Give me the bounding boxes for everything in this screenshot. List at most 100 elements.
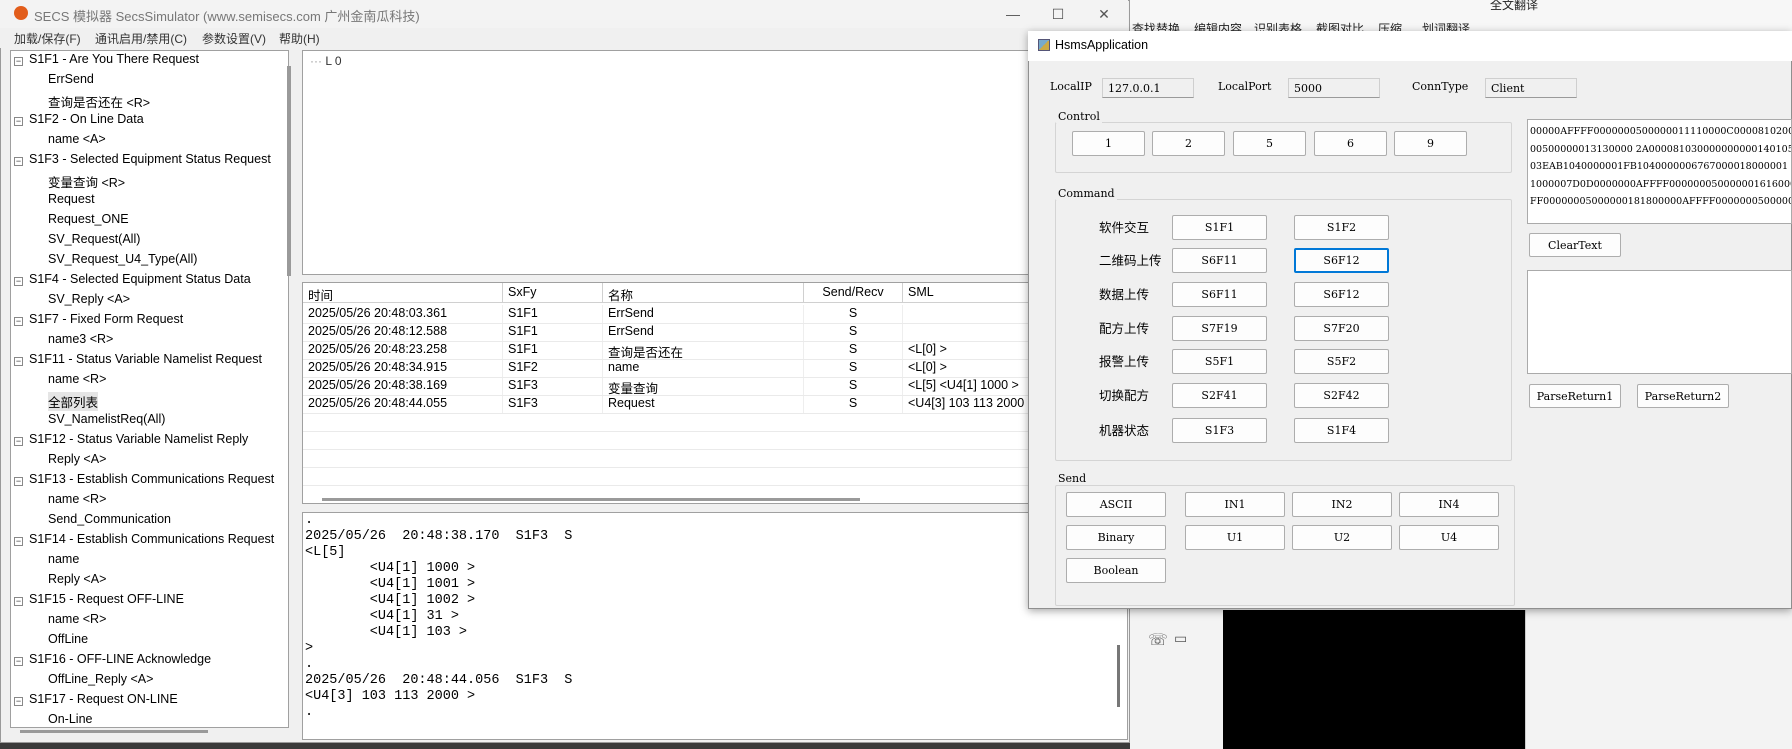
column-header-sendrecv[interactable]: Send/Recv	[804, 283, 903, 303]
tree-expander-icon[interactable]: −	[14, 537, 23, 546]
tree-node-message[interactable]: S1F4 - Selected Equipment Status Data	[29, 272, 251, 286]
log-cell[interactable]: S	[804, 341, 903, 359]
tree-node-item[interactable]: ErrSend	[48, 72, 94, 86]
tree-node-item[interactable]: Send_Communication	[48, 512, 171, 526]
log-cell[interactable]: S1F1	[503, 323, 603, 341]
log-cell[interactable]: 2025/05/26 20:48:38.169	[303, 377, 503, 395]
column-header-name[interactable]: 名称	[603, 283, 804, 303]
tree-node-item[interactable]: name <R>	[48, 492, 106, 506]
tree-node-item[interactable]: Reply <A>	[48, 572, 106, 586]
video-icon[interactable]: ▭	[1174, 630, 1187, 647]
tree-node-message[interactable]: S1F3 - Selected Equipment Status Request	[29, 152, 271, 166]
tree-expander-icon[interactable]: −	[14, 597, 23, 606]
command-button-reply[interactable]: S7F20	[1294, 316, 1389, 341]
parse-return1-button[interactable]: ParseReturn1	[1529, 384, 1621, 408]
menu-params[interactable]: 参数设置(V)	[202, 30, 266, 47]
ribbon-item-fulltranslate[interactable]: 全文翻译	[1490, 0, 1538, 13]
tree-expander-icon[interactable]: −	[14, 317, 23, 326]
sml-structure-view[interactable]	[302, 50, 1128, 275]
control-button-2[interactable]: 2	[1152, 131, 1225, 156]
tree-expander-icon[interactable]: −	[14, 357, 23, 366]
message-detail-view[interactable]: . 2025/05/26 20:48:38.170 S1F3 S <L[5] <U4…	[302, 512, 1128, 740]
send-button-in4[interactable]: IN4	[1399, 492, 1499, 517]
log-cell[interactable]: S1F3	[503, 377, 603, 395]
tree-node-message[interactable]: S1F11 - Status Variable Namelist Request	[29, 352, 262, 366]
command-button-primary[interactable]: S6F11	[1172, 282, 1267, 307]
tree-node-item[interactable]: name <A>	[48, 132, 106, 146]
command-button-reply[interactable]: S6F12	[1294, 248, 1389, 273]
command-button-reply[interactable]: S1F4	[1294, 418, 1389, 443]
tree-expander-icon[interactable]: −	[14, 437, 23, 446]
log-cell[interactable]: S	[804, 395, 903, 413]
clear-text-button[interactable]: ClearText	[1529, 233, 1621, 257]
control-button-1[interactable]: 1	[1072, 131, 1145, 156]
tree-node-item[interactable]: OffLine_Reply <A>	[48, 672, 153, 686]
command-button-reply[interactable]: S5F2	[1294, 349, 1389, 374]
send-button-u4[interactable]: U4	[1399, 525, 1499, 550]
log-cell[interactable]: 2025/05/26 20:48:23.258	[303, 341, 503, 359]
tree-expander-icon[interactable]: −	[14, 657, 23, 666]
tree-expander-icon[interactable]: −	[14, 697, 23, 706]
control-button-9[interactable]: 9	[1394, 131, 1467, 156]
sml-root-node[interactable]: ··· L 0	[310, 54, 342, 68]
tree-node-item[interactable]: Reply <A>	[48, 452, 106, 466]
log-cell[interactable]: S1F1	[503, 305, 603, 323]
maximize-button[interactable]: ☐	[1046, 4, 1070, 24]
conn-type-field[interactable]: Client	[1485, 78, 1577, 98]
local-port-field[interactable]: 5000	[1288, 78, 1380, 98]
tree-node-message[interactable]: S1F7 - Fixed Form Request	[29, 312, 183, 326]
send-button-boolean[interactable]: Boolean	[1066, 558, 1166, 583]
control-button-6[interactable]: 6	[1314, 131, 1387, 156]
phone-icon[interactable]: ☏	[1148, 630, 1168, 650]
command-button-primary[interactable]: S2F41	[1172, 383, 1267, 408]
log-cell[interactable]: S	[804, 377, 903, 395]
log-cell[interactable]: 查询是否还在	[603, 341, 804, 359]
tree-node-message[interactable]: S1F17 - Request ON-LINE	[29, 692, 178, 706]
tree-node-item[interactable]: SV_Request(All)	[48, 232, 140, 246]
menu-help[interactable]: 帮助(H)	[279, 30, 320, 47]
tree-node-message[interactable]: S1F13 - Establish Communications Request	[29, 472, 274, 486]
log-cell[interactable]: name	[603, 359, 804, 377]
tree-expander-icon[interactable]: −	[14, 277, 23, 286]
tree-node-item[interactable]: name <R>	[48, 372, 106, 386]
tree-node-message[interactable]: S1F2 - On Line Data	[29, 112, 144, 126]
tree-node-message[interactable]: S1F16 - OFF-LINE Acknowledge	[29, 652, 211, 666]
tree-node-item[interactable]: Request_ONE	[48, 212, 129, 226]
send-button-in1[interactable]: IN1	[1185, 492, 1285, 517]
command-button-reply[interactable]: S6F12	[1294, 282, 1389, 307]
tree-vertical-scrollbar[interactable]	[287, 66, 291, 276]
log-horizontal-scrollbar[interactable]	[322, 498, 860, 501]
log-cell[interactable]: 2025/05/26 20:48:12.588	[303, 323, 503, 341]
tree-node-item[interactable]: name	[48, 552, 79, 566]
log-cell[interactable]: S1F3	[503, 395, 603, 413]
log-cell[interactable]: 2025/05/26 20:48:44.055	[303, 395, 503, 413]
command-button-reply[interactable]: S1F2	[1294, 215, 1389, 240]
log-cell[interactable]: ErrSend	[603, 323, 804, 341]
tree-node-item[interactable]: On-Line	[48, 712, 92, 726]
tree-expander-icon[interactable]: −	[14, 157, 23, 166]
command-button-primary[interactable]: S1F1	[1172, 215, 1267, 240]
send-button-binary[interactable]: Binary	[1066, 525, 1166, 550]
tree-node-item[interactable]: 查询是否还在 <R>	[48, 92, 150, 111]
log-cell[interactable]: 2025/05/26 20:48:03.361	[303, 305, 503, 323]
message-log-table[interactable]: 时间 SxFy 名称 Send/Recv SML 2025/05/26 20:4…	[302, 282, 1128, 504]
send-button-u1[interactable]: U1	[1185, 525, 1285, 550]
command-button-reply[interactable]: S2F42	[1294, 383, 1389, 408]
command-button-primary[interactable]: S5F1	[1172, 349, 1267, 374]
parse-output-textarea[interactable]	[1527, 270, 1792, 374]
detail-vertical-scrollbar[interactable]	[1117, 645, 1120, 707]
tree-expander-icon[interactable]: −	[14, 117, 23, 126]
tree-node-item[interactable]: SV_Reply <A>	[48, 292, 130, 306]
log-cell[interactable]: ErrSend	[603, 305, 804, 323]
tree-expander-icon[interactable]: −	[14, 57, 23, 66]
tree-node-item[interactable]: 变量查询 <R>	[48, 172, 125, 191]
column-header-sxfy[interactable]: SxFy	[503, 283, 603, 303]
log-cell[interactable]: S	[804, 305, 903, 323]
tree-expander-icon[interactable]: −	[14, 477, 23, 486]
log-cell[interactable]: S	[804, 323, 903, 341]
tree-node-item[interactable]: name <R>	[48, 612, 106, 626]
tree-node-item[interactable]: Request	[48, 192, 95, 206]
tree-node-item[interactable]: name3 <R>	[48, 332, 113, 346]
send-button-ascii[interactable]: ASCII	[1066, 492, 1166, 517]
tree-node-message[interactable]: S1F1 - Are You There Request	[29, 52, 199, 66]
